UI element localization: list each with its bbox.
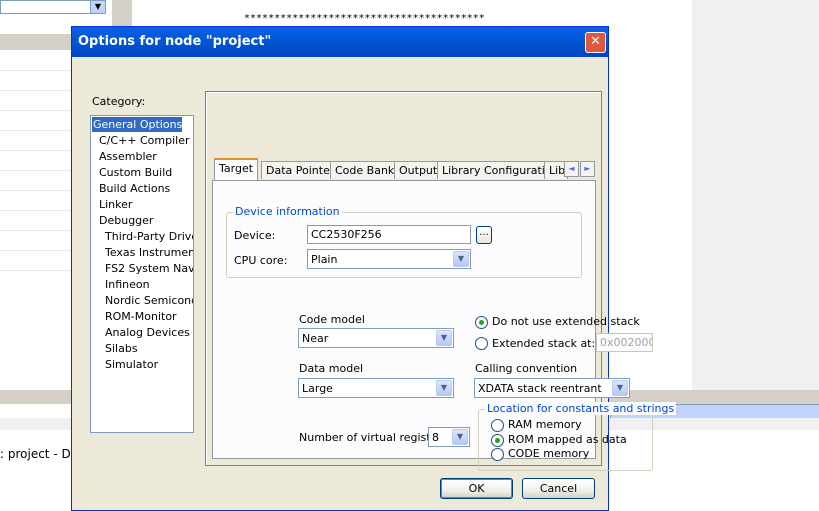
code-model-label: Code model bbox=[299, 313, 365, 326]
category-item-debugger[interactable]: Debugger bbox=[99, 213, 153, 228]
category-item-linker[interactable]: Linker bbox=[99, 197, 132, 212]
data-model-value: Large bbox=[302, 382, 333, 395]
extended-stack-radio[interactable] bbox=[475, 337, 488, 350]
ram-memory-radio[interactable] bbox=[491, 419, 504, 432]
ide-message-text: : project - De bbox=[0, 447, 79, 461]
category-item-texas-instruments[interactable]: Texas Instruments bbox=[105, 245, 193, 260]
tab-target[interactable]: Target bbox=[214, 158, 259, 180]
ide-right-area bbox=[692, 0, 819, 400]
cpu-core-label: CPU core: bbox=[234, 254, 288, 267]
category-item-nordic-semiconductor[interactable]: Nordic Semiconduc bbox=[105, 293, 193, 308]
code-model-select[interactable]: Near ▼ bbox=[298, 328, 454, 348]
no-extended-stack-label[interactable]: Do not use extended stack bbox=[492, 315, 640, 328]
dialog-titlebar[interactable]: Options for node "project" ✕ bbox=[72, 27, 608, 57]
category-item-general-options[interactable]: General Options bbox=[92, 117, 183, 132]
category-list[interactable]: General Options C/C++ Compiler Assembler… bbox=[90, 115, 194, 433]
chevron-down-icon[interactable]: ▼ bbox=[612, 380, 628, 396]
cpu-core-select[interactable]: Plain ▼ bbox=[307, 249, 471, 269]
chevron-down-icon[interactable]: ▼ bbox=[452, 429, 468, 445]
device-browse-button[interactable]: ... bbox=[476, 226, 492, 244]
tab-code-bank[interactable]: Code Bank bbox=[330, 161, 400, 179]
no-extended-stack-radio[interactable] bbox=[475, 316, 488, 329]
code-model-value: Near bbox=[302, 332, 329, 345]
ide-combo[interactable]: ▼ bbox=[0, 0, 106, 14]
category-item-fs2-system-navigator[interactable]: FS2 System Navig bbox=[105, 261, 193, 276]
code-memory-radio[interactable] bbox=[491, 448, 504, 461]
category-label: Category: bbox=[92, 95, 146, 108]
category-item-build-actions[interactable]: Build Actions bbox=[99, 181, 170, 196]
data-model-label: Data model bbox=[299, 362, 364, 375]
chevron-right-icon[interactable]: ► bbox=[580, 161, 595, 177]
close-icon[interactable]: ✕ bbox=[585, 32, 606, 53]
category-item-infineon[interactable]: Infineon bbox=[105, 277, 150, 292]
target-tab-page: Device information Device: CC2530F256 ..… bbox=[212, 180, 677, 471]
location-legend: Location for constants and strings bbox=[485, 402, 677, 415]
chevron-down-icon[interactable]: ▼ bbox=[436, 330, 452, 346]
extended-stack-label[interactable]: Extended stack at: bbox=[492, 337, 595, 350]
calling-convention-select[interactable]: XDATA stack reentrant ▼ bbox=[474, 378, 630, 398]
tab-data-pointer[interactable]: Data Pointer bbox=[261, 161, 340, 179]
ok-button[interactable]: OK bbox=[440, 478, 513, 499]
calling-convention-value: XDATA stack reentrant bbox=[478, 382, 602, 395]
category-item-c-compiler[interactable]: C/C++ Compiler bbox=[99, 133, 190, 148]
device-field[interactable]: CC2530F256 bbox=[307, 225, 471, 244]
tab-strip: Data Pointer Code Bank Output Library Co… bbox=[212, 158, 572, 180]
code-memory-label[interactable]: CODE memory bbox=[508, 447, 589, 460]
ram-memory-label[interactable]: RAM memory bbox=[508, 418, 582, 431]
category-item-analog-devices[interactable]: Analog Devices bbox=[105, 325, 190, 340]
device-information-legend: Device information bbox=[233, 205, 342, 218]
chevron-left-icon[interactable]: ◄ bbox=[564, 161, 579, 177]
device-information-group: Device information Device: CC2530F256 ..… bbox=[226, 205, 582, 278]
dialog-title: Options for node "project" bbox=[78, 34, 272, 49]
category-item-assembler[interactable]: Assembler bbox=[99, 149, 157, 164]
chevron-down-icon[interactable]: ▼ bbox=[90, 1, 105, 13]
category-item-custom-build[interactable]: Custom Build bbox=[99, 165, 172, 180]
device-label: Device: bbox=[234, 229, 276, 242]
chevron-down-icon[interactable]: ▼ bbox=[436, 380, 452, 396]
virtual-registers-value: 8 bbox=[432, 431, 439, 444]
data-model-select[interactable]: Large ▼ bbox=[298, 378, 454, 398]
cpu-core-value: Plain bbox=[311, 253, 338, 266]
virtual-registers-select[interactable]: 8 ▼ bbox=[428, 427, 470, 447]
cancel-button[interactable]: Cancel bbox=[522, 478, 595, 499]
category-item-simulator[interactable]: Simulator bbox=[105, 357, 158, 372]
options-dialog: Options for node "project" ✕ Category: G… bbox=[71, 26, 677, 511]
category-item-third-party-driver[interactable]: Third-Party Driver bbox=[105, 229, 193, 244]
rom-mapped-radio[interactable] bbox=[491, 434, 504, 447]
calling-convention-label: Calling convention bbox=[475, 362, 578, 375]
extended-stack-address-field[interactable]: 0x002000 bbox=[596, 333, 653, 352]
editor-comment-line: **************************************** bbox=[244, 13, 485, 24]
category-item-silabs[interactable]: Silabs bbox=[105, 341, 138, 356]
tab-scroll: ◄ ► bbox=[564, 161, 596, 177]
category-item-rom-monitor[interactable]: ROM-Monitor bbox=[105, 309, 177, 324]
chevron-down-icon[interactable]: ▼ bbox=[453, 251, 469, 267]
rom-mapped-label[interactable]: ROM mapped as data bbox=[508, 433, 627, 446]
tab-output[interactable]: Output bbox=[394, 161, 443, 179]
location-group: Location for constants and strings RAM m… bbox=[478, 402, 677, 471]
